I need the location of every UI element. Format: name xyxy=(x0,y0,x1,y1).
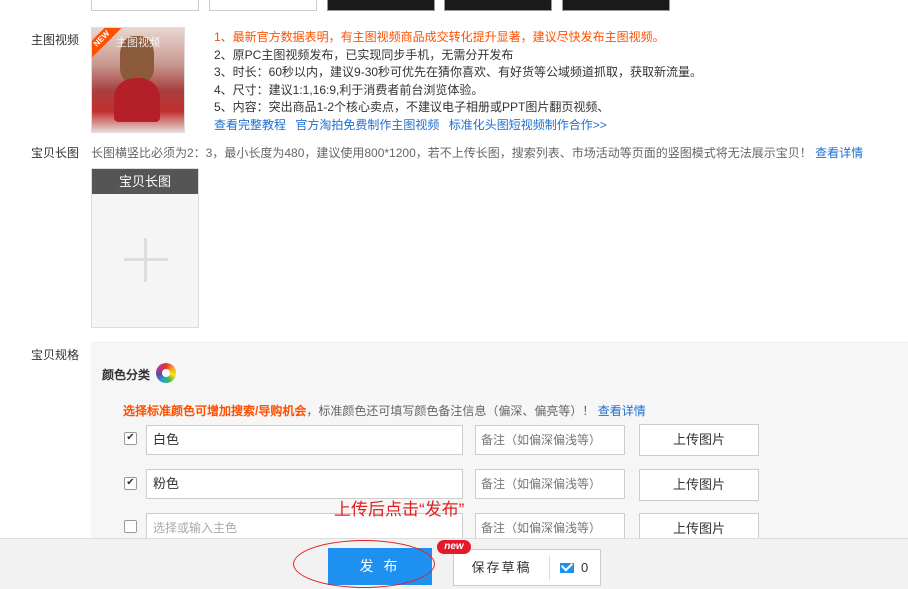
save-draft-label: 保存草稿 xyxy=(471,560,532,575)
color-detail-link[interactable]: 查看详情 xyxy=(598,404,646,418)
color-row-1-checkbox[interactable]: ✔ xyxy=(124,432,137,445)
image-thumb-1[interactable] xyxy=(91,0,199,11)
video-tips: 1、最新官方数据表明，有主图视频商品成交转化提升显著，建议尽快发布主图视频。 2… xyxy=(214,29,702,134)
short-video-cooperation-link[interactable]: 标准化头图短视频制作合作>> xyxy=(449,118,607,132)
highlight-ellipse xyxy=(293,540,435,588)
color-tip-text: ，标准颜色还可填写颜色备注信息（偏深、偏亮等）！ xyxy=(306,404,595,418)
draft-message-count: 0 xyxy=(581,560,589,575)
color-category-title: 颜色分类 xyxy=(102,368,151,382)
color-row-2-checkbox[interactable]: ✔ xyxy=(124,477,137,490)
video-thumb-figure-dress xyxy=(114,78,160,122)
color-row-1-input[interactable]: 白色 xyxy=(146,425,463,455)
color-tip: 选择标准颜色可增加搜索/导购机会，标准颜色还可填写颜色备注信息（偏深、偏亮等）！… xyxy=(123,402,646,419)
save-draft-button[interactable]: 保存草稿 0 xyxy=(453,549,601,586)
long-image-tip: 长图横竖比必须为2：3，最小长度为480，建议使用800*1200，若不上传长图… xyxy=(91,144,863,161)
video-tip-3: 3、时长：60秒以内，建议9-30秒可优先在猜你喜欢、有好货等公域频道抓取，获取… xyxy=(214,65,703,79)
color-row-2-note[interactable]: 备注（如偏深偏浅等） xyxy=(475,469,625,499)
image-thumb-3[interactable] xyxy=(327,0,435,11)
video-tip-2: 2、原PC主图视频发布，已实现同步手机，无需分开发布 xyxy=(214,47,514,62)
video-tip-1: 1、最新官方数据表明，有主图视频商品成交转化提升显著，建议尽快发布主图视频。 xyxy=(214,30,665,44)
image-thumb-2[interactable] xyxy=(209,0,317,11)
video-links: 查看完整教程 官方淘拍免费制作主图视频 标准化头图短视频制作合作>> xyxy=(214,117,702,135)
long-image-detail-link[interactable]: 查看详情 xyxy=(815,146,863,160)
main-video-thumbnail[interactable]: 主图视频 NEW xyxy=(91,27,185,133)
plus-icon-vertical xyxy=(144,238,147,282)
color-row-1-note[interactable]: 备注（如偏深偏浅等） xyxy=(475,425,625,455)
spec-label: 宝贝规格 xyxy=(31,348,80,362)
full-tutorial-link[interactable]: 查看完整教程 xyxy=(214,118,286,132)
mail-icon xyxy=(560,563,574,573)
video-tip-5: 5、内容：突出商品1-2个核心卖点，不建议电子相册或PPT图片翻页视频、 xyxy=(214,100,610,114)
image-thumb-5[interactable] xyxy=(562,0,670,11)
main-video-label: 主图视频 xyxy=(31,33,80,47)
free-video-production-link[interactable]: 官方淘拍免费制作主图视频 xyxy=(295,118,439,132)
image-thumb-4[interactable] xyxy=(444,0,552,11)
new-badge: new xyxy=(437,540,471,554)
long-image-tip-text: 长图横竖比必须为2：3，最小长度为480，建议使用800*1200，若不上传长图… xyxy=(91,146,812,160)
color-row-2-upload-button[interactable]: 上传图片 xyxy=(639,469,759,501)
long-image-label: 宝贝长图 xyxy=(31,146,80,160)
instruction-annotation: 上传后点击“发布” xyxy=(334,500,465,519)
color-tip-highlight: 选择标准颜色可增加搜索/导购机会 xyxy=(123,404,307,418)
long-image-upload-box[interactable]: 宝贝长图 xyxy=(91,168,199,328)
long-image-box-title: 宝贝长图 xyxy=(92,169,198,194)
color-row-3-checkbox[interactable] xyxy=(124,520,137,533)
video-tip-4: 4、尺寸：建议1:1,16:9,利于消费者前台浏览体验。 xyxy=(214,82,484,97)
color-row-1-upload-button[interactable]: 上传图片 xyxy=(639,424,759,456)
draft-divider xyxy=(549,556,550,580)
color-palette-icon[interactable] xyxy=(156,363,176,383)
